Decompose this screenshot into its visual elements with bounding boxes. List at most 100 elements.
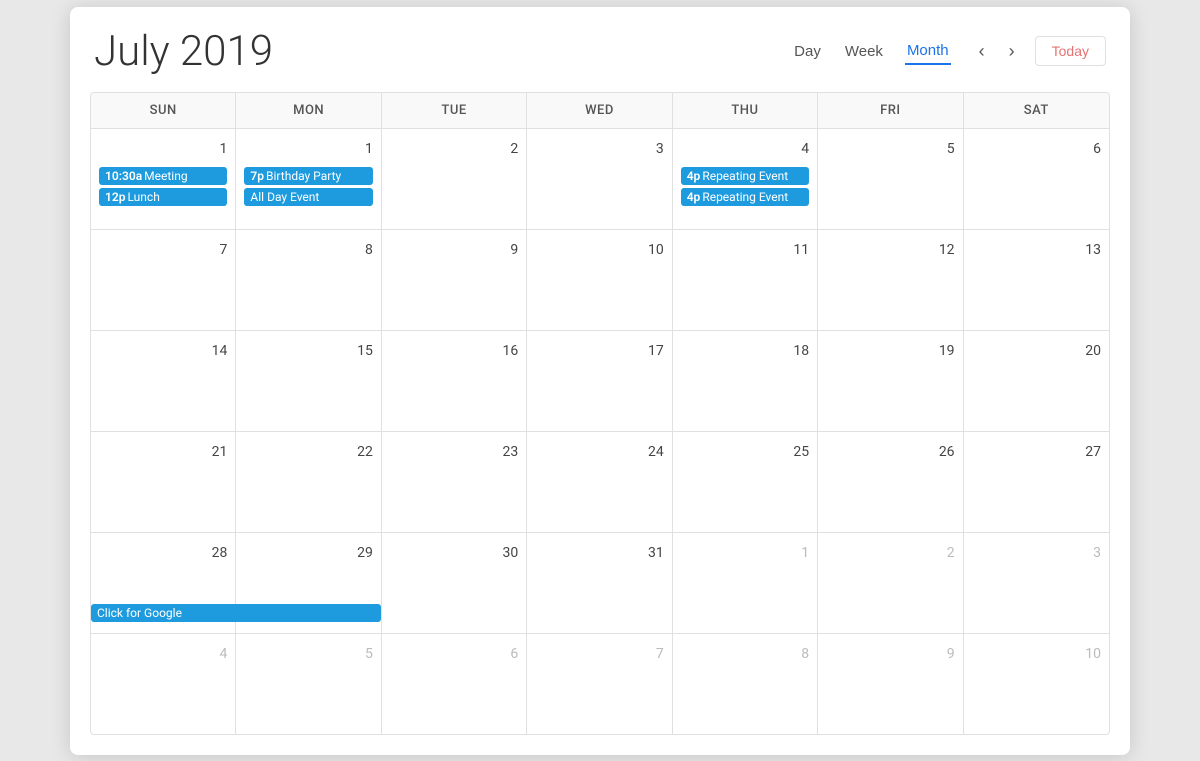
day-cell[interactable]: 9	[818, 634, 963, 734]
day-cell[interactable]: 2	[382, 129, 527, 229]
week-row: 28Click for Google293031123	[91, 533, 1109, 634]
day-cell[interactable]: 12	[818, 230, 963, 330]
day-number: 9	[826, 640, 954, 668]
day-cell[interactable]: 22	[236, 432, 381, 532]
day-cell[interactable]: 28Click for Google	[91, 533, 236, 633]
day-number: 2	[826, 539, 954, 567]
day-cell[interactable]: 17pBirthday PartyAll Day Event	[236, 129, 381, 229]
day-cell[interactable]: 31	[527, 533, 672, 633]
day-cell[interactable]: 8	[236, 230, 381, 330]
day-cell[interactable]: 25	[673, 432, 818, 532]
calendar-event[interactable]: 10:30aMeeting	[99, 167, 227, 185]
day-cell[interactable]: 27	[964, 432, 1109, 532]
day-cell[interactable]: 7	[527, 634, 672, 734]
day-cell[interactable]: 24	[527, 432, 672, 532]
day-number: 12	[826, 236, 954, 264]
calendar-event[interactable]: Click for Google	[91, 604, 381, 622]
view-controls: Day Week Month	[792, 38, 950, 65]
day-number: 10	[972, 640, 1101, 668]
next-month-button[interactable]: ›	[1001, 37, 1023, 66]
today-button[interactable]: Today	[1035, 36, 1106, 66]
event-title: Meeting	[144, 169, 187, 183]
day-number: 2	[390, 135, 518, 163]
day-cell[interactable]: 10	[964, 634, 1109, 734]
day-cell[interactable]: 14	[91, 331, 236, 431]
day-cell[interactable]: 19	[818, 331, 963, 431]
calendar-event[interactable]: All Day Event	[244, 188, 372, 206]
day-cell[interactable]: 8	[673, 634, 818, 734]
day-cell[interactable]: 30	[382, 533, 527, 633]
calendar-container: July 2019 Day Week Month ‹ › Today Sun M…	[70, 7, 1130, 755]
day-number: 30	[390, 539, 518, 567]
day-cell[interactable]: 13	[964, 230, 1109, 330]
day-cell[interactable]: 17	[527, 331, 672, 431]
day-cell[interactable]: 1 10:30aMeeting 12pLunch	[91, 129, 236, 229]
day-number: 17	[535, 337, 663, 365]
event-time: 12p	[105, 190, 125, 204]
week-row: 456789 10	[91, 634, 1109, 734]
calendar-event[interactable]: 4pRepeating Event	[681, 167, 809, 185]
event-title: Lunch	[127, 190, 159, 204]
day-number: 4	[681, 135, 809, 163]
day-cell[interactable]: 5	[236, 634, 381, 734]
day-number: 5	[244, 640, 372, 668]
day-number: 10	[535, 236, 663, 264]
day-cell[interactable]: 44pRepeating Event4pRepeating Event	[673, 129, 818, 229]
day-cell[interactable]: 23	[382, 432, 527, 532]
day-number: 9	[390, 236, 518, 264]
day-number: 1	[99, 135, 227, 163]
day-cell[interactable]: 11	[673, 230, 818, 330]
calendar-grid: Sun Mon Tue Wed Thu Fri Sat 1 10:30aMeeti…	[90, 92, 1110, 735]
day-headers: Sun Mon Tue Wed Thu Fri Sat	[91, 93, 1109, 129]
calendar-event[interactable]: 4pRepeating Event	[681, 188, 809, 206]
day-cell[interactable]: 1	[673, 533, 818, 633]
event-time: 4p	[687, 169, 701, 183]
day-cell[interactable]: 4	[91, 634, 236, 734]
event-title: Repeating Event	[702, 190, 788, 204]
event-time: 10:30a	[105, 169, 142, 183]
header-fri: Fri	[818, 93, 963, 128]
event-title: All Day Event	[250, 190, 319, 204]
calendar-event[interactable]: 12pLunch	[99, 188, 227, 206]
day-cell[interactable]: 16	[382, 331, 527, 431]
day-cell[interactable]: 3	[527, 129, 672, 229]
day-cell[interactable]: 9	[382, 230, 527, 330]
day-number: 19	[826, 337, 954, 365]
day-number: 23	[390, 438, 518, 466]
day-cell[interactable]: 6	[382, 634, 527, 734]
day-number: 7	[535, 640, 663, 668]
day-cell[interactable]: 18	[673, 331, 818, 431]
event-title: Repeating Event	[702, 169, 788, 183]
day-cell[interactable]: 26	[818, 432, 963, 532]
calendar-title: July 2019	[94, 27, 792, 76]
day-number: 5	[826, 135, 954, 163]
day-number: 31	[535, 539, 663, 567]
day-number: 27	[972, 438, 1101, 466]
day-number: 29	[244, 539, 372, 567]
day-number: 16	[390, 337, 518, 365]
day-cell[interactable]: 15	[236, 331, 381, 431]
view-day-button[interactable]: Day	[792, 39, 823, 64]
day-cell[interactable]: 6	[964, 129, 1109, 229]
prev-month-button[interactable]: ‹	[971, 37, 993, 66]
day-number: 4	[99, 640, 227, 668]
header-wed: Wed	[527, 93, 672, 128]
day-cell[interactable]: 20	[964, 331, 1109, 431]
view-week-button[interactable]: Week	[843, 39, 885, 64]
day-cell[interactable]: 7	[91, 230, 236, 330]
nav-controls: ‹ ›	[971, 37, 1023, 66]
day-cell[interactable]: 5	[818, 129, 963, 229]
event-time: 4p	[687, 190, 701, 204]
day-cell[interactable]: 10	[527, 230, 672, 330]
day-number: 8	[681, 640, 809, 668]
calendar-weeks: 1 10:30aMeeting 12pLunch 1 7pBirthday Party A…	[91, 129, 1109, 734]
calendar-event[interactable]: 7pBirthday Party	[244, 167, 372, 185]
view-month-button[interactable]: Month	[905, 38, 951, 65]
day-cell[interactable]: 2	[818, 533, 963, 633]
day-cell[interactable]: 21	[91, 432, 236, 532]
header-mon: Mon	[236, 93, 381, 128]
week-row: 789 10 11 12 13	[91, 230, 1109, 331]
day-cell[interactable]: 3	[964, 533, 1109, 633]
day-number: 28	[99, 539, 227, 567]
day-number: 8	[244, 236, 372, 264]
